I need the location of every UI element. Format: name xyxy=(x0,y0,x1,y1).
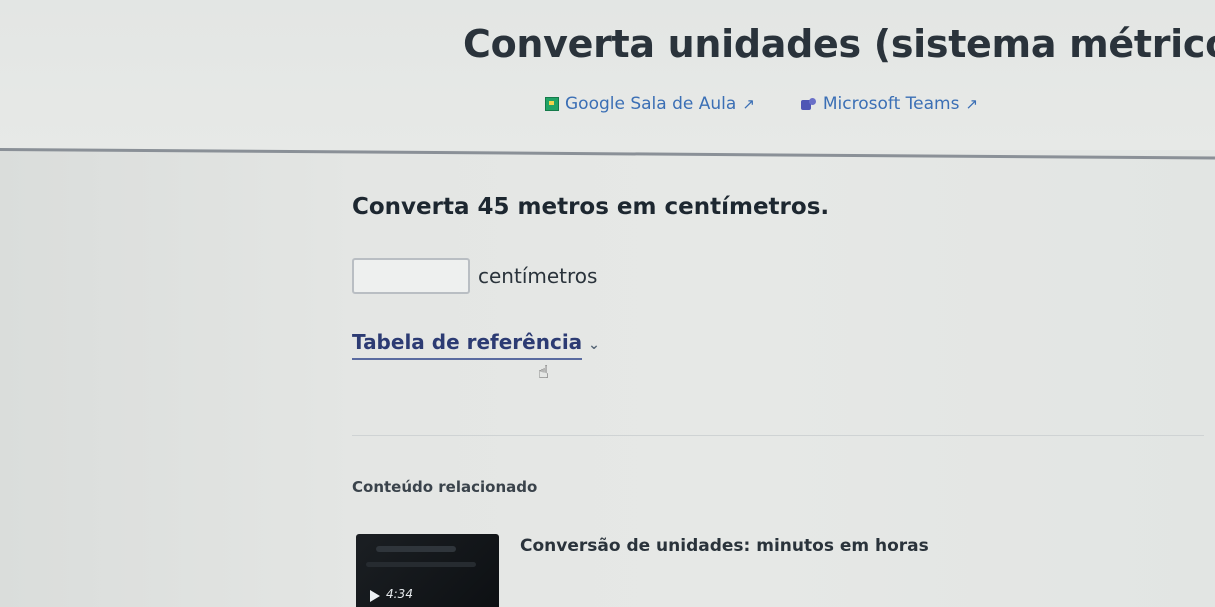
google-classroom-label: Google Sala de Aula xyxy=(565,94,737,114)
play-icon xyxy=(370,590,380,602)
external-link-icon: ↗ xyxy=(742,95,755,113)
answer-row: centímetros xyxy=(352,258,597,294)
chevron-down-icon: ⌄ xyxy=(588,337,600,353)
answer-unit-label: centímetros xyxy=(478,264,598,288)
google-classroom-link[interactable]: Google Sala de Aula ↗ xyxy=(545,94,755,114)
page-header: Converta unidades (sistema métrico) Goog… xyxy=(0,0,1215,150)
related-content-heading: Conteúdo relacionado xyxy=(352,478,538,496)
microsoft-teams-label: Microsoft Teams xyxy=(822,94,960,114)
video-duration: 4:34 xyxy=(386,587,413,601)
reference-table-toggle[interactable]: Tabela de referência ⌄ xyxy=(352,330,600,360)
microsoft-teams-link[interactable]: Microsoft Teams ↗ xyxy=(800,94,979,114)
external-link-icon: ↗ xyxy=(965,95,979,113)
answer-input[interactable] xyxy=(352,258,470,294)
microsoft-teams-icon xyxy=(800,97,817,111)
exercise-question: Converta 45 metros em centímetros. xyxy=(352,194,830,220)
video-thumbnail[interactable]: 4:34 xyxy=(356,534,499,607)
integration-links: Google Sala de Aula ↗ Microsoft Teams ↗ xyxy=(545,94,978,114)
section-divider xyxy=(352,435,1204,436)
related-video-title[interactable]: Conversão de unidades: minutos em horas xyxy=(520,536,929,556)
page-title: Converta unidades (sistema métrico) xyxy=(463,22,1215,66)
google-classroom-icon xyxy=(545,97,559,111)
hand-cursor-icon: ☝ xyxy=(538,362,549,383)
reference-table-label: Tabela de referência xyxy=(352,330,583,360)
related-video-card[interactable]: 4:34 Conversão de unidades: minutos em h… xyxy=(356,534,1076,607)
